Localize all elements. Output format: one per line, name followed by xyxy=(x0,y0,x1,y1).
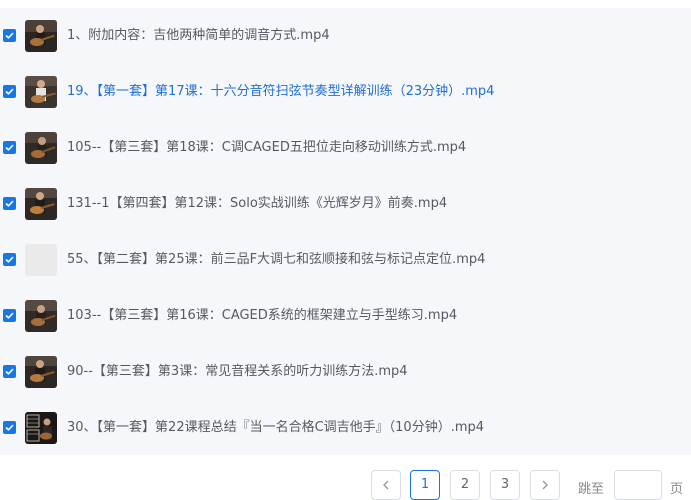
row-checkbox[interactable] xyxy=(3,365,16,378)
file-name-link[interactable]: 1、附加内容：吉他两种简单的调音方式.mp4 xyxy=(67,27,330,45)
file-name-link[interactable]: 103--【第三套】第16课：CAGED系统的框架建立与手型练习.mp4 xyxy=(67,307,457,325)
chevron-right-icon xyxy=(541,477,549,492)
row-checkbox[interactable] xyxy=(3,29,16,42)
file-row[interactable]: 105--【第三套】第18课：C调CAGED五把位走向移动训练方式.mp4 xyxy=(0,120,691,176)
chord-chart-thumbnail xyxy=(25,412,57,444)
video-thumbnail-placeholder xyxy=(25,244,57,276)
file-row[interactable]: 131--1【第四套】第12课：Solo实战训练《光辉岁月》前奏.mp4 xyxy=(0,176,691,232)
row-checkbox[interactable] xyxy=(3,421,16,434)
jump-page-input[interactable] xyxy=(614,470,662,500)
video-thumbnail xyxy=(25,356,57,388)
page-button-3[interactable]: 3 xyxy=(490,470,520,500)
page-button-2[interactable]: 2 xyxy=(450,470,480,500)
row-checkbox[interactable] xyxy=(3,197,16,210)
prev-page-button[interactable] xyxy=(371,470,401,500)
row-checkbox[interactable] xyxy=(3,309,16,322)
row-checkbox[interactable] xyxy=(3,141,16,154)
file-row[interactable]: 90--【第三套】第3课：常见音程关系的听力训练方法.mp4 xyxy=(0,344,691,400)
file-row[interactable]: 30、【第一套】第22课程总结『当一名合格C调吉他手』（10分钟）.mp4 xyxy=(0,400,691,456)
file-name-link[interactable]: 55、【第二套】第25课：前三品F大调七和弦顺接和弦与标记点定位.mp4 xyxy=(67,251,485,269)
row-checkbox[interactable] xyxy=(3,253,16,266)
file-name-link[interactable]: 30、【第一套】第22课程总结『当一名合格C调吉他手』（10分钟）.mp4 xyxy=(67,419,484,437)
video-thumbnail xyxy=(25,20,57,52)
page-button-1[interactable]: 1 xyxy=(410,470,440,500)
jump-label: 跳至 xyxy=(578,482,605,497)
file-row[interactable]: 19、【第一套】第17课：十六分音符扫弦节奏型详解训练（23分钟）.mp4 xyxy=(0,64,691,120)
video-thumbnail xyxy=(25,188,57,220)
video-thumbnail xyxy=(25,132,57,164)
row-checkbox[interactable] xyxy=(3,85,16,98)
video-thumbnail xyxy=(25,300,57,332)
page-suffix-label: 页 xyxy=(670,482,684,497)
file-name-link[interactable]: 105--【第三套】第18课：C调CAGED五把位走向移动训练方式.mp4 xyxy=(67,139,466,157)
file-list: 1、附加内容：吉他两种简单的调音方式.mp4 19、【第一套】第17课：十六分音… xyxy=(0,8,691,455)
video-thumbnail xyxy=(25,76,57,108)
file-row[interactable]: 55、【第二套】第25课：前三品F大调七和弦顺接和弦与标记点定位.mp4 xyxy=(0,232,691,288)
file-name-link[interactable]: 131--1【第四套】第12课：Solo实战训练《光辉岁月》前奏.mp4 xyxy=(67,195,447,213)
file-name-link[interactable]: 19、【第一套】第17课：十六分音符扫弦节奏型详解训练（23分钟）.mp4 xyxy=(67,83,494,101)
file-name-link[interactable]: 90--【第三套】第3课：常见音程关系的听力训练方法.mp4 xyxy=(67,363,408,381)
chevron-left-icon xyxy=(382,477,390,492)
file-row[interactable]: 103--【第三套】第16课：CAGED系统的框架建立与手型练习.mp4 xyxy=(0,288,691,344)
next-page-button[interactable] xyxy=(530,470,560,500)
file-row[interactable]: 1、附加内容：吉他两种简单的调音方式.mp4 xyxy=(0,8,691,64)
